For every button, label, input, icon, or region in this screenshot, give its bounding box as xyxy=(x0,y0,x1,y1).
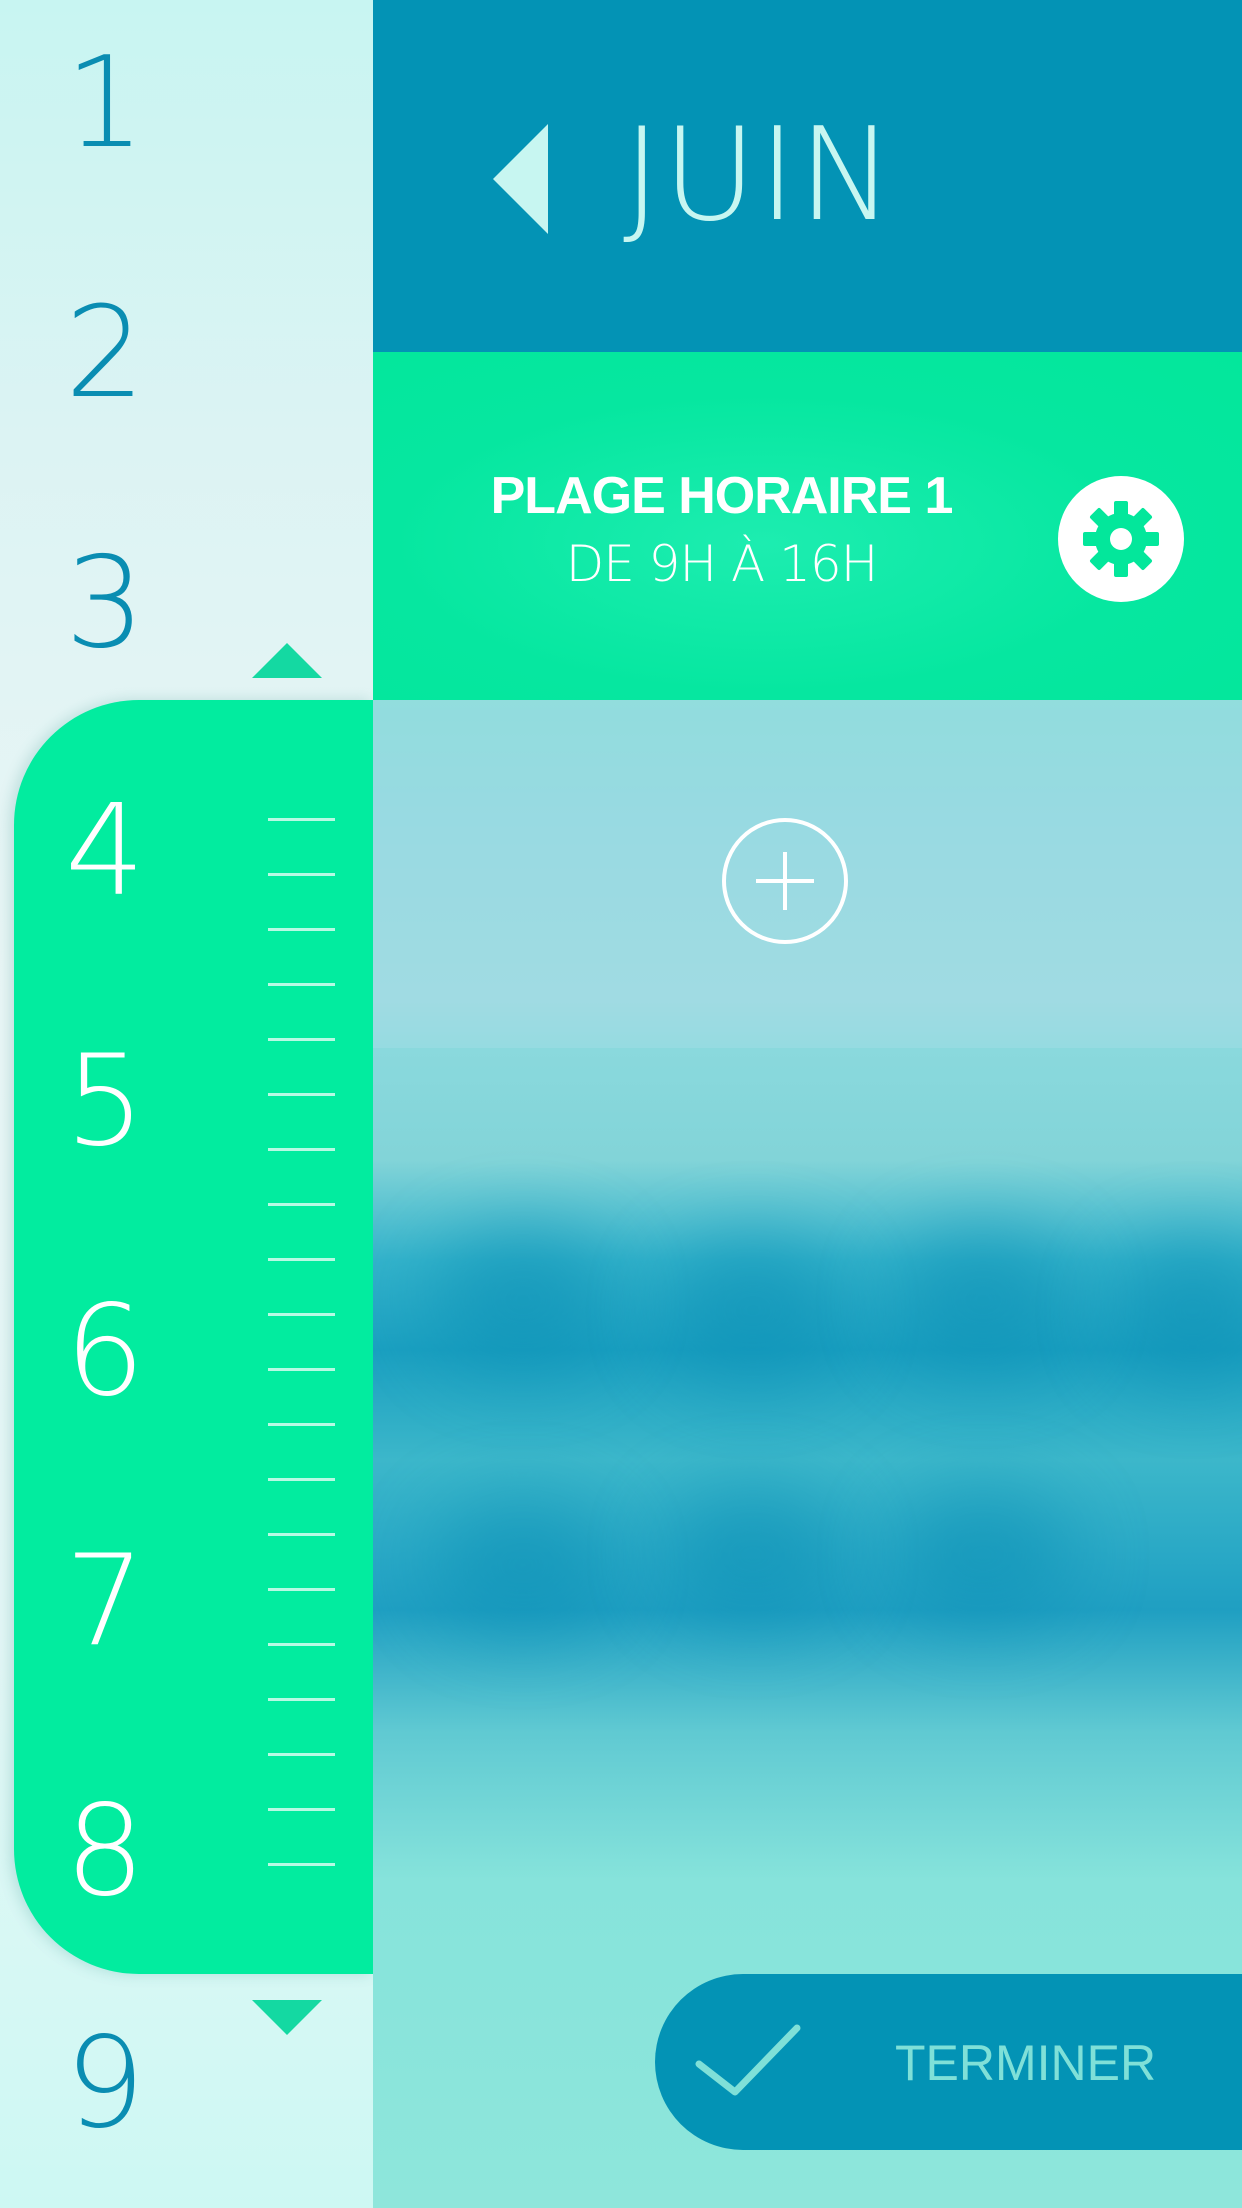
done-button-label: TERMINER xyxy=(895,2035,1157,2091)
hour-tick xyxy=(268,1753,335,1756)
hour-tick xyxy=(268,1093,335,1096)
month-title: JUIN xyxy=(623,101,896,250)
gear-icon xyxy=(1083,501,1159,577)
hour-tick xyxy=(268,1533,335,1536)
day-2[interactable]: 2 xyxy=(0,290,210,416)
blur-cell xyxy=(893,1230,1073,1370)
hour-tick xyxy=(268,1368,335,1371)
day-6[interactable]: 6 xyxy=(0,1288,210,1414)
day-3[interactable]: 3 xyxy=(0,540,210,666)
scroll-up-icon[interactable] xyxy=(252,643,322,678)
hour-tick xyxy=(268,1258,335,1261)
hour-tick xyxy=(268,1588,335,1591)
hour-tick xyxy=(268,1038,335,1041)
day-1[interactable]: 1 xyxy=(0,40,210,166)
hour-tick xyxy=(268,1808,335,1811)
hour-tick xyxy=(268,1478,335,1481)
blur-cell xyxy=(433,1230,613,1370)
triangle-left-icon[interactable] xyxy=(493,124,548,234)
add-button[interactable] xyxy=(722,818,848,944)
day-4[interactable]: 4 xyxy=(0,788,210,914)
scroll-down-icon[interactable] xyxy=(252,2000,322,2035)
day-5[interactable]: 5 xyxy=(0,1038,210,1164)
blur-cell xyxy=(433,1500,613,1630)
checkmark-icon xyxy=(695,2024,801,2096)
done-button[interactable]: TERMINER xyxy=(655,1974,1242,2150)
hour-tick xyxy=(268,928,335,931)
hour-tick xyxy=(268,1148,335,1151)
blur-cell xyxy=(893,1490,1073,1620)
time-slot-hours: DE 9H À 16H xyxy=(565,535,879,593)
blur-cell xyxy=(663,1240,843,1380)
hour-tick xyxy=(268,1863,335,1866)
day-8[interactable]: 8 xyxy=(0,1788,210,1914)
day-column: 1 2 3 4 5 6 7 8 9 xyxy=(0,0,374,2208)
blur-cell xyxy=(1113,1240,1242,1380)
hour-tick xyxy=(268,1698,335,1701)
main-panel: JUIN PLAGE HORAIRE 1 DE 9H À 16H TERMINE… xyxy=(373,0,1242,2208)
hour-tick xyxy=(268,873,335,876)
day-9[interactable]: 9 xyxy=(0,2020,210,2146)
hour-tick xyxy=(268,818,335,821)
settings-button[interactable] xyxy=(1058,476,1184,602)
time-slot-title: PLAGE HORAIRE 1 xyxy=(490,467,954,525)
month-header: JUIN xyxy=(373,0,1242,352)
plus-icon xyxy=(756,852,814,910)
hour-tick xyxy=(268,1643,335,1646)
app-screen: 1 2 3 4 5 6 7 8 9 JUIN PLAGE HORAIRE 1 D… xyxy=(0,0,1242,2208)
blur-cell xyxy=(663,1490,843,1620)
hour-tick xyxy=(268,1203,335,1206)
day-7[interactable]: 7 xyxy=(0,1538,210,1664)
hour-tick xyxy=(268,1313,335,1316)
hour-tick xyxy=(268,983,335,986)
hour-tick xyxy=(268,1423,335,1426)
